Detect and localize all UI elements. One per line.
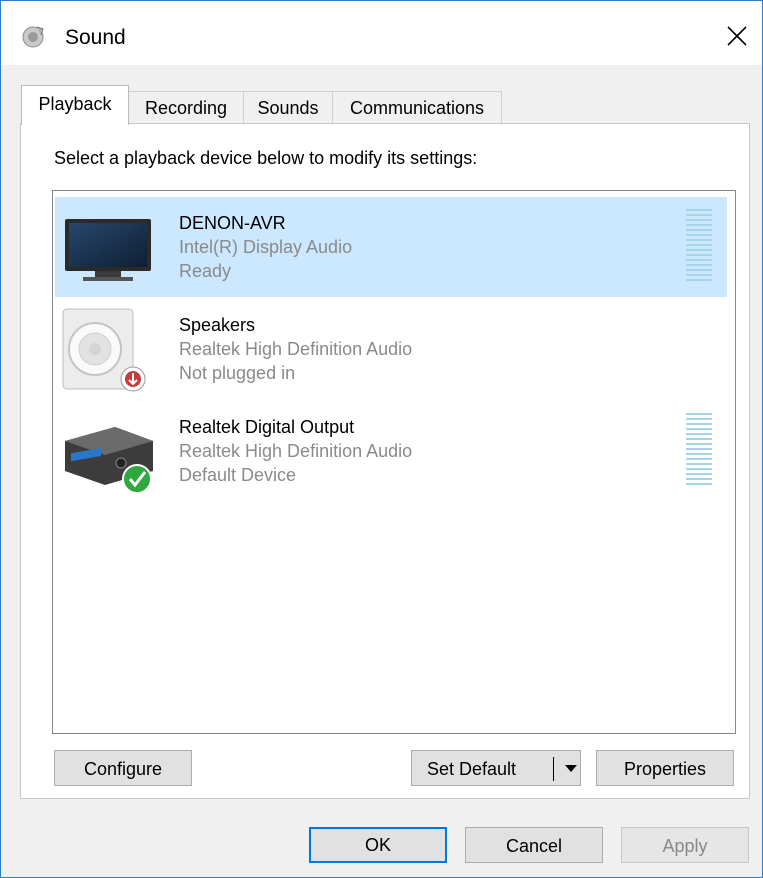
unplugged-badge-icon xyxy=(120,366,146,392)
apply-button[interactable]: Apply xyxy=(621,827,749,863)
split-separator xyxy=(553,757,554,781)
set-default-label: Set Default xyxy=(427,759,517,779)
device-denon-avr[interactable]: DENON-AVR Intel(R) Display Audio Ready xyxy=(55,197,727,297)
window-title: Sound xyxy=(65,26,126,49)
default-check-icon xyxy=(122,464,152,494)
device-name: Speakers xyxy=(179,315,256,335)
dropdown-arrow-icon[interactable] xyxy=(562,751,580,785)
sound-dialog: Sound Playback Recording Sounds Communic… xyxy=(0,0,763,878)
tab-recording[interactable]: Recording xyxy=(128,91,244,124)
device-status: Not plugged in xyxy=(179,363,296,383)
device-description: Realtek High Definition Audio xyxy=(179,441,413,461)
cancel-button[interactable]: Cancel xyxy=(465,827,603,863)
device-speakers[interactable]: Speakers Realtek High Definition Audio N… xyxy=(55,299,727,399)
tab-communications[interactable]: Communications xyxy=(332,91,502,124)
level-meter xyxy=(686,413,712,488)
device-name: Realtek Digital Output xyxy=(179,417,355,437)
device-description: Intel(R) Display Audio xyxy=(179,237,353,257)
device-name: DENON-AVR xyxy=(179,213,286,233)
monitor-icon xyxy=(65,219,151,281)
tab-playback[interactable]: Playback xyxy=(21,85,129,125)
close-icon[interactable] xyxy=(720,19,754,53)
sound-app-icon xyxy=(22,26,44,48)
receiver-icon xyxy=(65,427,153,494)
instruction-text: Select a playback device below to modify… xyxy=(54,148,478,168)
tab-sounds[interactable]: Sounds xyxy=(243,91,333,124)
level-meter xyxy=(686,209,712,284)
speaker-icon xyxy=(62,308,146,392)
device-status: Default Device xyxy=(179,465,297,485)
playback-panel: Select a playback device below to modify… xyxy=(20,123,750,799)
ok-button[interactable]: OK xyxy=(309,827,447,863)
device-status: Ready xyxy=(179,261,232,281)
properties-button[interactable]: Properties xyxy=(596,750,734,786)
set-default-split-button[interactable]: Set Default xyxy=(411,750,581,786)
configure-button[interactable]: Configure xyxy=(54,750,192,786)
device-list[interactable]: DENON-AVR Intel(R) Display Audio Ready S… xyxy=(52,190,736,734)
title-bar[interactable]: Sound xyxy=(1,1,762,65)
device-realtek-digital-output[interactable]: Realtek Digital Output Realtek High Defi… xyxy=(55,401,727,501)
device-description: Realtek High Definition Audio xyxy=(179,339,413,359)
